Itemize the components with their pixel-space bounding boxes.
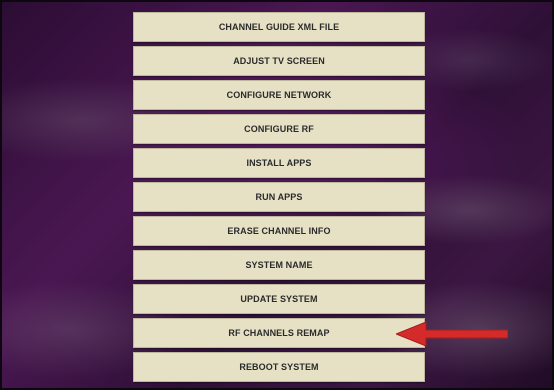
arrow-shape (396, 321, 508, 347)
red-arrow-icon (396, 321, 508, 347)
menu-item-install-apps[interactable]: INSTALL APPS (133, 148, 425, 178)
menu-item-configure-network[interactable]: CONFIGURE NETWORK (133, 80, 425, 110)
menu-item-system-name[interactable]: SYSTEM NAME (133, 250, 425, 280)
menu-item-erase-channel-info[interactable]: ERASE CHANNEL INFO (133, 216, 425, 246)
menu-item-rf-channels-remap[interactable]: RF CHANNELS REMAP (133, 318, 425, 348)
menu-item-adjust-tv-screen[interactable]: ADJUST TV SCREEN (133, 46, 425, 76)
menu-item-configure-rf[interactable]: CONFIGURE RF (133, 114, 425, 144)
settings-menu: CHANNEL GUIDE XML FILE ADJUST TV SCREEN … (133, 12, 425, 382)
menu-item-run-apps[interactable]: RUN APPS (133, 182, 425, 212)
menu-item-update-system[interactable]: UPDATE SYSTEM (133, 284, 425, 314)
menu-item-channel-guide-xml-file[interactable]: CHANNEL GUIDE XML FILE (133, 12, 425, 42)
tv-background: CHANNEL GUIDE XML FILE ADJUST TV SCREEN … (0, 0, 554, 390)
menu-item-reboot-system[interactable]: REBOOT SYSTEM (133, 352, 425, 382)
